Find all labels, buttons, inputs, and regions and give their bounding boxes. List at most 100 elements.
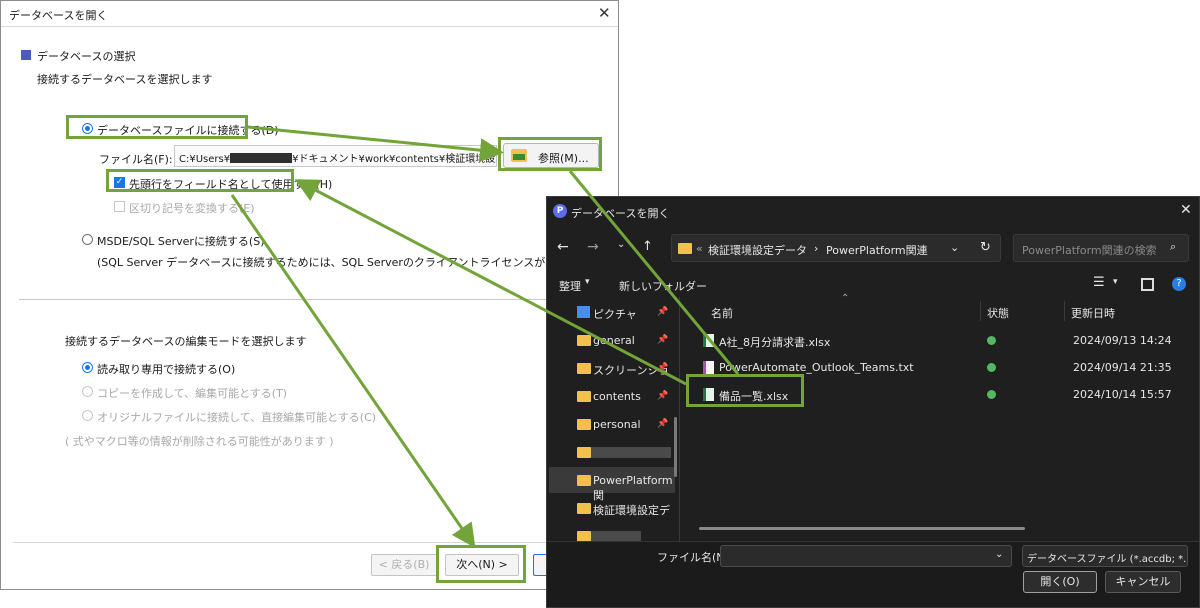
chevron-down-icon[interactable]: ▾ (1113, 277, 1118, 287)
open-button[interactable]: 開く(O) (1023, 571, 1097, 593)
file-type-select[interactable]: データベースファイル (*.accdb; *.md (1022, 545, 1188, 567)
radio-connect-file[interactable] (82, 123, 93, 134)
radio-readonly-label[interactable]: 読み取り専用で接続する(O) (97, 361, 235, 377)
up-arrow-icon[interactable]: ↑ (642, 239, 653, 254)
redacted-label (591, 447, 671, 458)
excel-file-icon (703, 388, 714, 401)
breadcrumb-separator-icon: › (814, 242, 819, 255)
section-title: データベースの選択 (37, 50, 136, 63)
sidebar-item-redacted[interactable] (549, 523, 675, 542)
radio-original[interactable] (82, 410, 93, 421)
file-path-suffix: ¥ドキュメント¥work¥contents¥検証環境設定データ (292, 154, 496, 165)
file-name-label: ファイル名(F): (99, 153, 173, 166)
file-row[interactable]: A社_8月分請求書.xlsx 2024/09/13 14:24 (687, 329, 1195, 353)
cancel-button[interactable]: キャンセル (1105, 571, 1181, 593)
sidebar-item-label: contents (593, 390, 641, 403)
breadcrumb-overflow[interactable]: « (696, 242, 703, 255)
next-button[interactable]: 次へ(N) > (445, 554, 519, 576)
sidebar-item-redacted[interactable] (549, 439, 675, 465)
convert-delimiter-checkbox[interactable] (114, 201, 125, 212)
sort-ascending-icon: ⌃ (841, 293, 850, 304)
radio-sql-server[interactable] (82, 234, 93, 245)
pin-icon: 📌 (657, 391, 669, 401)
back-arrow-icon[interactable]: ← (557, 239, 569, 255)
radio-readonly[interactable] (82, 362, 93, 373)
browse-button[interactable]: 参照(M)... (503, 143, 599, 168)
dialog-titlebar: データベースを開く ✕ (1, 1, 618, 27)
breadcrumb-item[interactable]: 検証環境設定データ (708, 242, 807, 258)
radio-original-label: オリジナルファイルに接続して、直接編集可能とする(C) (97, 411, 377, 424)
app-icon: P (553, 204, 567, 218)
radio-connect-file-label[interactable]: データベースファイルに接続する(D) (97, 122, 279, 138)
chevron-down-icon[interactable]: ⌄ (950, 241, 959, 254)
folder-icon (577, 447, 591, 458)
section-divider (19, 299, 601, 300)
sidebar-item-general[interactable]: general 📌 (549, 327, 675, 353)
horizontal-scrollbar[interactable] (699, 527, 1025, 530)
mode-note: ( 式やマクロ等の情報が削除される可能性があります ) (65, 435, 334, 448)
sidebar-item-label: personal (593, 418, 641, 431)
section-subtitle: 接続するデータベースを選択します (37, 73, 213, 86)
sidebar-item-test-env[interactable]: 検証環境設定デ (549, 495, 675, 521)
sql-server-note: (SQL Server データベースに接続するためには、SQL Serverのク… (97, 256, 594, 269)
folder-icon (678, 243, 692, 254)
organize-menu[interactable]: 整理 (559, 278, 581, 294)
file-modified: 2024/10/14 15:57 (1073, 388, 1172, 401)
radio-copy[interactable] (82, 386, 93, 397)
file-modified: 2024/09/13 14:24 (1073, 334, 1172, 347)
pin-icon: 📌 (657, 335, 669, 345)
file-row[interactable]: PowerAutomate_Outlook_Teams.txt 2024/09/… (687, 356, 1195, 380)
first-row-header-label[interactable]: 先頭行をフィールド名として使用する(H) (129, 176, 332, 192)
sidebar-item-pictures[interactable]: ピクチャ 📌 (549, 299, 675, 325)
radio-sql-server-label[interactable]: MSDE/SQL Serverに接続する(S) (97, 233, 265, 249)
help-icon[interactable]: ? (1172, 277, 1186, 291)
open-database-dialog: データベースを開く ✕ データベースの選択 接続するデータベースを選択します デ… (0, 0, 619, 590)
sidebar-item-screenshots[interactable]: スクリーンショ 📌 (549, 355, 675, 381)
pin-icon: 📌 (657, 363, 669, 373)
sync-status-icon (987, 336, 996, 345)
chevron-down-icon[interactable]: ⌄ (617, 239, 625, 250)
pictures-icon (577, 306, 590, 318)
folder-icon (577, 503, 591, 514)
section-marker-icon (21, 50, 31, 60)
sidebar-item-personal[interactable]: personal 📌 (549, 411, 675, 437)
close-icon[interactable]: ✕ (598, 4, 611, 22)
breadcrumb-item[interactable]: PowerPlatform関連 (826, 242, 928, 258)
column-header-modified[interactable]: 更新日時 (1071, 305, 1115, 321)
browse-button-label: 参照(M)... (538, 152, 589, 165)
preview-pane-icon[interactable] (1141, 278, 1154, 291)
sidebar-scrollbar[interactable] (674, 417, 677, 477)
view-list-icon[interactable]: ☰ (1093, 275, 1105, 290)
first-row-header-checkbox[interactable]: ✓ (114, 177, 125, 188)
sidebar-item-contents[interactable]: contents 📌 (549, 383, 675, 409)
close-icon[interactable]: ✕ (1180, 202, 1192, 218)
forward-arrow-icon[interactable]: → (587, 239, 599, 255)
folder-icon (577, 335, 591, 346)
file-modified: 2024/09/14 21:35 (1073, 361, 1172, 374)
refresh-icon[interactable]: ↻ (980, 240, 991, 255)
chevron-down-icon[interactable]: ▾ (585, 277, 590, 287)
radio-copy-label: コピーを作成して、編集可能とする(T) (97, 387, 288, 400)
chevron-down-icon[interactable]: ⌄ (995, 549, 1003, 560)
search-icon: ⌕ (1170, 240, 1177, 253)
sidebar-item-label: ピクチャ (593, 308, 637, 321)
search-input[interactable]: PowerPlatform関連の検索 ⌕ (1013, 234, 1189, 262)
column-header-name[interactable]: 名前 (711, 305, 733, 321)
file-path-input[interactable]: C:¥Users¥ ¥ドキュメント¥work¥contents¥検証環境設定データ (174, 145, 497, 167)
picker-file-name-input[interactable]: ⌄ (720, 545, 1012, 567)
text-file-icon (703, 361, 714, 374)
sidebar-item-powerplatform[interactable]: PowerPlatform関 (549, 467, 675, 502)
address-bar[interactable]: « 検証環境設定データ › PowerPlatform関連 ⌄ ↻ (671, 234, 1001, 262)
excel-file-icon (703, 334, 714, 347)
column-header-status[interactable]: 状態 (987, 305, 1009, 321)
new-folder-button[interactable]: 新しいフォルダー (619, 278, 707, 294)
file-row[interactable]: 備品一覧.xlsx 2024/10/14 15:57 (687, 383, 1195, 407)
search-placeholder: PowerPlatform関連の検索 (1022, 244, 1157, 257)
footer-divider (13, 542, 611, 543)
folder-icon (577, 475, 591, 486)
picker-title: データベースを開く (571, 207, 670, 220)
pin-icon: 📌 (657, 307, 669, 317)
column-divider (980, 301, 981, 321)
back-button[interactable]: < 戻る(B) (371, 554, 437, 576)
folder-icon (577, 419, 591, 430)
